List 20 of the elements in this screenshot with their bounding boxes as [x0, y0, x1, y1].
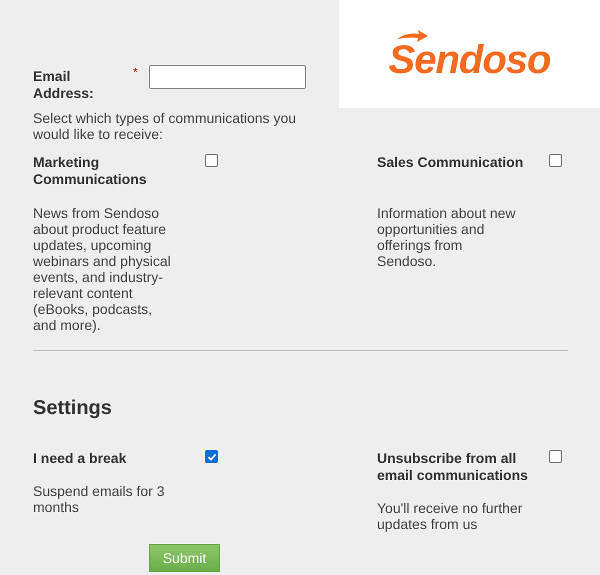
logo-text: Sendoso: [388, 42, 550, 78]
option-label: Sales Communication: [377, 154, 524, 171]
arrow-icon: [394, 30, 429, 42]
option-label: Unsubscribe from all email communications: [377, 450, 529, 484]
option-description: You'll receive no further updates from us: [377, 500, 524, 532]
checkbox[interactable]: [549, 450, 562, 463]
submit-button[interactable]: Submit: [149, 544, 220, 572]
option-label: Marketing Communications: [33, 154, 148, 188]
intro-text: Select which types of communications you would like to receive:: [33, 110, 298, 142]
settings-title: Settings: [33, 396, 113, 420]
email-label: Email Address:: [33, 67, 95, 102]
option-description: News from Sendoso about product feature updates, upcoming webinars and physical events, and industry-relevant content (eBooks, podcasts, and more).: [33, 205, 172, 333]
email-input[interactable]: [149, 65, 306, 89]
checkbox[interactable]: [205, 450, 218, 463]
required-mark: *: [133, 65, 139, 79]
option-description: Information about new opportunities and offerings from Sendoso.: [377, 205, 517, 271]
option-description: Suspend emails for 3 months: [33, 483, 166, 515]
checkbox[interactable]: [549, 154, 562, 167]
checkbox[interactable]: [205, 154, 218, 167]
option-label: I need a break: [33, 450, 128, 467]
